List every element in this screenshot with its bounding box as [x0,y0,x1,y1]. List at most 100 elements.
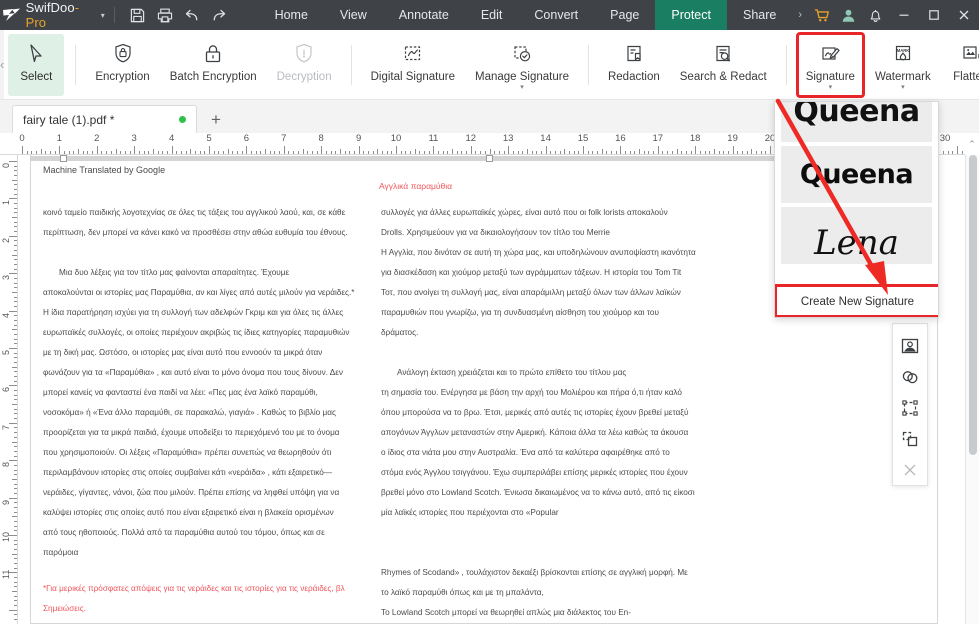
document-right-column: συλλογές για άλλες ευρωπαϊκές χώρες, είν… [381,203,711,623]
main-menu: Home View Annotate Edit Convert Page Pro… [259,0,808,30]
create-new-signature-button[interactable]: Create New Signature [775,284,938,317]
vruler-tick [14,352,17,354]
maximize-button[interactable] [919,0,949,30]
menu-item-edit[interactable]: Edit [465,0,519,30]
ruler-tick [101,151,103,154]
vruler-tick [14,362,17,364]
ruler-tick [232,151,234,154]
ribbon-button-flatten[interactable]: P Flatten [943,34,979,96]
signature-sample-lena[interactable]: Lena [781,207,932,264]
bell-icon[interactable] [862,0,889,30]
signature-dropdown-panel[interactable]: Queena Queena Lena Create New Signature [774,101,939,318]
vruler-tick [14,175,17,177]
ruler-tick [452,149,454,154]
redaction-icon [623,38,645,66]
ribbon-button-redaction[interactable]: Redaction [600,34,668,96]
close-button[interactable] [949,0,979,30]
redo-icon[interactable] [205,0,232,30]
save-icon[interactable] [124,0,151,30]
ribbon-button-digital-signature[interactable]: Digital Signature [363,34,463,96]
vruler-number: 4 [1,312,11,318]
vruler-tick [14,563,17,565]
close-icon[interactable] [895,454,925,485]
signature-pen-icon [818,38,842,66]
account-icon[interactable] [835,0,862,30]
watermark-caret-icon[interactable]: ▾ [901,84,905,91]
vruler-tick [12,329,17,331]
ruler-tick [634,151,636,154]
lock-shield-icon [112,38,134,66]
vruler-tick [14,530,17,532]
brand-dropdown-caret-icon[interactable]: ▾ [101,11,105,20]
ribbon-buttons: Select Encryption Batch Encryption Decry… [4,30,979,99]
menu-item-home[interactable]: Home [259,0,324,30]
brand-name: SwifDoo [25,0,75,15]
signature-sample-queena-top[interactable]: Queena [781,102,932,142]
ribbon-label-search-redact: Search & Redact [679,70,767,83]
ruler-tick [961,151,963,154]
document-paragraph-line: νεράιδες, γίγαντες, νάνοι, ζώα που μιλού… [43,488,340,497]
ruler-number: 30 [939,133,951,144]
left-margin-handle[interactable] [60,155,67,162]
menu-item-protect[interactable]: Protect [655,0,727,30]
menu-item-page[interactable]: Page [594,0,655,30]
ruler-tick [283,146,285,154]
search-redact-icon [712,38,734,66]
print-icon[interactable] [151,0,178,30]
ruler-number: 6 [243,133,250,144]
machine-translated-note: Machine Translated by Google [43,165,166,175]
ruler-tick [737,151,739,154]
ribbon-label-manage-signature: Manage Signature [474,70,569,83]
vruler-number: 6 [1,387,11,393]
padlock-icon [202,38,224,66]
new-tab-button[interactable]: + [211,111,221,128]
ribbon-button-select[interactable]: Select [8,33,65,96]
menu-item-convert[interactable]: Convert [518,0,594,30]
vertical-scrollbar[interactable] [965,155,979,624]
image-tool-icon[interactable] [895,330,925,361]
vertical-scrollbar-thumb[interactable] [969,155,977,455]
menu-item-annotate[interactable]: Annotate [383,0,465,30]
menu-item-share[interactable]: Share [727,0,792,30]
ruler-tick [64,151,66,154]
duplicate-icon[interactable] [895,423,925,454]
signature-sample-queena[interactable]: Queena [781,146,932,203]
vruler-tick [14,259,17,261]
cart-icon[interactable] [808,0,835,30]
center-margin-handle[interactable] [486,155,493,162]
signature-caret-icon[interactable]: ▾ [829,84,833,91]
ribbon-button-batch-encryption[interactable]: Batch Encryption [162,34,265,96]
ribbon-button-signature[interactable]: Signature ▾ [795,31,865,98]
ruler-tick [279,151,281,154]
minimize-button[interactable] [889,0,919,30]
document-tab[interactable]: fairy tale (1).pdf * [12,105,197,133]
vruler-tick [14,189,17,191]
ruler-tick [185,151,187,154]
vruler-tick [14,245,17,247]
document-left-column: κοινό ταμείο παιδικής λογοτεχνίας σε όλε… [43,203,373,563]
crop-tool-icon[interactable] [895,392,925,423]
ruler-tick [40,149,42,154]
scroll-up-button[interactable]: ⌃ [965,133,979,155]
menu-item-view[interactable]: View [324,0,383,30]
ribbon-divider-1 [75,44,77,85]
brand-title: SwifDoo-Pro [24,0,93,30]
merge-shapes-icon[interactable] [895,361,925,392]
menu-overflow-chevron-icon[interactable]: › [792,9,808,21]
ribbon-button-manage-signature[interactable]: Manage Signature ▾ [467,34,577,96]
ruler-tick [942,151,944,154]
ribbon-button-search-redact[interactable]: Search & Redact [672,34,775,96]
signature-sample-queena-text: Queena [799,159,914,190]
ruler-number: 9 [355,133,362,144]
vruler-tick [14,263,17,265]
undo-icon[interactable] [178,0,205,30]
ruler-tick [45,151,47,154]
vertical-ruler[interactable]: 0 1 2 3 4 5 6 7 8 9 10 11 [0,155,18,624]
ribbon-button-decryption[interactable]: Decryption [269,34,340,96]
ribbon-button-encryption[interactable]: Encryption [87,34,157,96]
ribbon-label-select: Select [20,70,53,83]
ruler-tick [611,151,613,154]
vruler-tick [14,539,17,541]
ribbon-button-watermark[interactable]: MARK Watermark ▾ [867,34,939,96]
manage-signature-caret-icon[interactable]: ▾ [520,84,524,91]
